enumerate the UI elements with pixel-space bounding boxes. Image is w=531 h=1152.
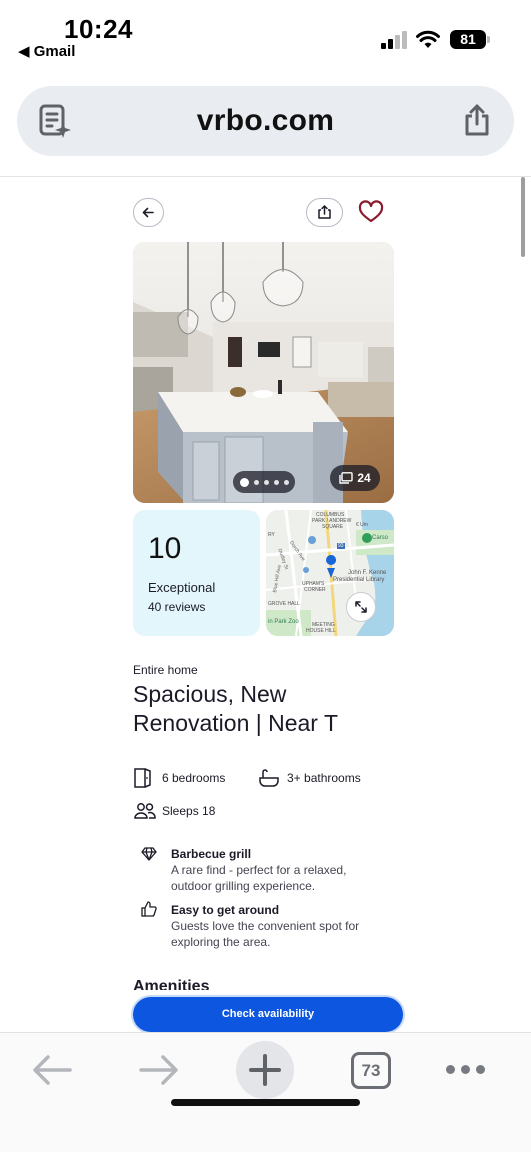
bathrooms-count: 3+ bathrooms — [287, 771, 361, 785]
expand-map-button[interactable] — [346, 592, 376, 622]
highlight-title: Easy to get around — [171, 903, 280, 917]
more-menu-icon[interactable] — [446, 1065, 485, 1074]
map-label: SQUARE — [322, 524, 344, 530]
share-icon[interactable] — [462, 103, 492, 137]
home-type: Entire home — [133, 663, 198, 677]
back-to-gmail[interactable]: ◀ Gmail — [18, 42, 75, 60]
bedrooms-count: 6 bedrooms — [162, 771, 226, 785]
address-bar[interactable]: vrbo.com — [17, 86, 514, 156]
share-icon — [318, 205, 331, 219]
bathtub-icon — [259, 769, 279, 787]
wifi-icon — [416, 30, 440, 48]
favorite-heart-icon[interactable] — [358, 200, 384, 224]
map-label: CORNER — [304, 587, 326, 593]
expand-icon — [355, 601, 367, 613]
listing-photo-carousel[interactable]: 24 — [133, 242, 394, 503]
thumbs-up-icon — [141, 901, 157, 917]
gallery-icon — [339, 472, 354, 484]
sleeps-people-icon — [134, 803, 156, 819]
map-label: Carso — [372, 535, 389, 541]
back-button[interactable] — [133, 198, 164, 227]
rating-label: Exceptional — [148, 580, 216, 595]
listing-title: Spacious, New Renovation | Near T — [133, 681, 338, 736]
status-time: 10:24 — [64, 14, 133, 44]
plus-icon — [249, 1054, 281, 1086]
photo-count-text: 24 — [357, 471, 371, 485]
map-label: 93 — [337, 543, 345, 549]
sleeps-count: Sleeps 18 — [162, 804, 216, 818]
map-label: € Um — [356, 522, 368, 528]
divider — [0, 176, 531, 177]
rating-card[interactable]: 10 Exceptional 40 reviews — [133, 510, 260, 636]
map-label: in Park Zoo — [268, 619, 299, 625]
map-label: John F. Kenne — [348, 570, 387, 576]
carousel-dots[interactable] — [233, 471, 295, 493]
photo-count-badge[interactable]: 24 — [330, 465, 380, 491]
listing-share-button[interactable] — [306, 198, 343, 227]
check-availability-button[interactable]: Check availability — [133, 997, 403, 1032]
kitchen-photo — [133, 242, 394, 503]
status-bar: 10:24 ◀ Gmail 81 — [0, 0, 531, 72]
highlight-title: Barbecue grill — [171, 847, 252, 861]
highlight-description: Guests love the convenient spot for expl… — [171, 919, 360, 949]
diamond-icon — [141, 847, 157, 861]
arrow-left-icon[interactable] — [28, 1049, 78, 1091]
review-count: 40 reviews — [148, 600, 206, 614]
map-label: HOUSE HILL — [306, 628, 336, 634]
amenities-heading: Amenities — [133, 978, 210, 990]
rating-score: 10 — [148, 532, 182, 565]
arrow-right-icon[interactable] — [133, 1049, 183, 1091]
bedroom-door-icon — [134, 768, 151, 788]
map-label: RY — [268, 532, 275, 538]
map-label: GROVE HALL — [268, 601, 300, 607]
tab-switcher-button[interactable]: 73 — [351, 1052, 391, 1089]
battery-indicator: 81 — [450, 30, 490, 49]
home-indicator[interactable] — [171, 1099, 360, 1106]
new-tab-button[interactable] — [236, 1041, 294, 1099]
location-map[interactable]: COLUMBUS PARK / ANDREW SQUARE € Um Carso… — [266, 510, 394, 636]
map-label: Presidential Library — [333, 577, 385, 583]
arrow-left-icon — [142, 207, 154, 218]
url-text[interactable]: vrbo.com — [17, 104, 514, 138]
browser-toolbar: 73 — [0, 1032, 531, 1152]
scrollbar[interactable] — [521, 177, 525, 257]
phone-screen: 10:24 ◀ Gmail 81 vrbo.com 24 10 Exceptio… — [0, 0, 531, 1152]
cellular-signal-icon — [381, 31, 409, 49]
highlight-description: A rare find - perfect for a relaxed, out… — [171, 863, 347, 893]
